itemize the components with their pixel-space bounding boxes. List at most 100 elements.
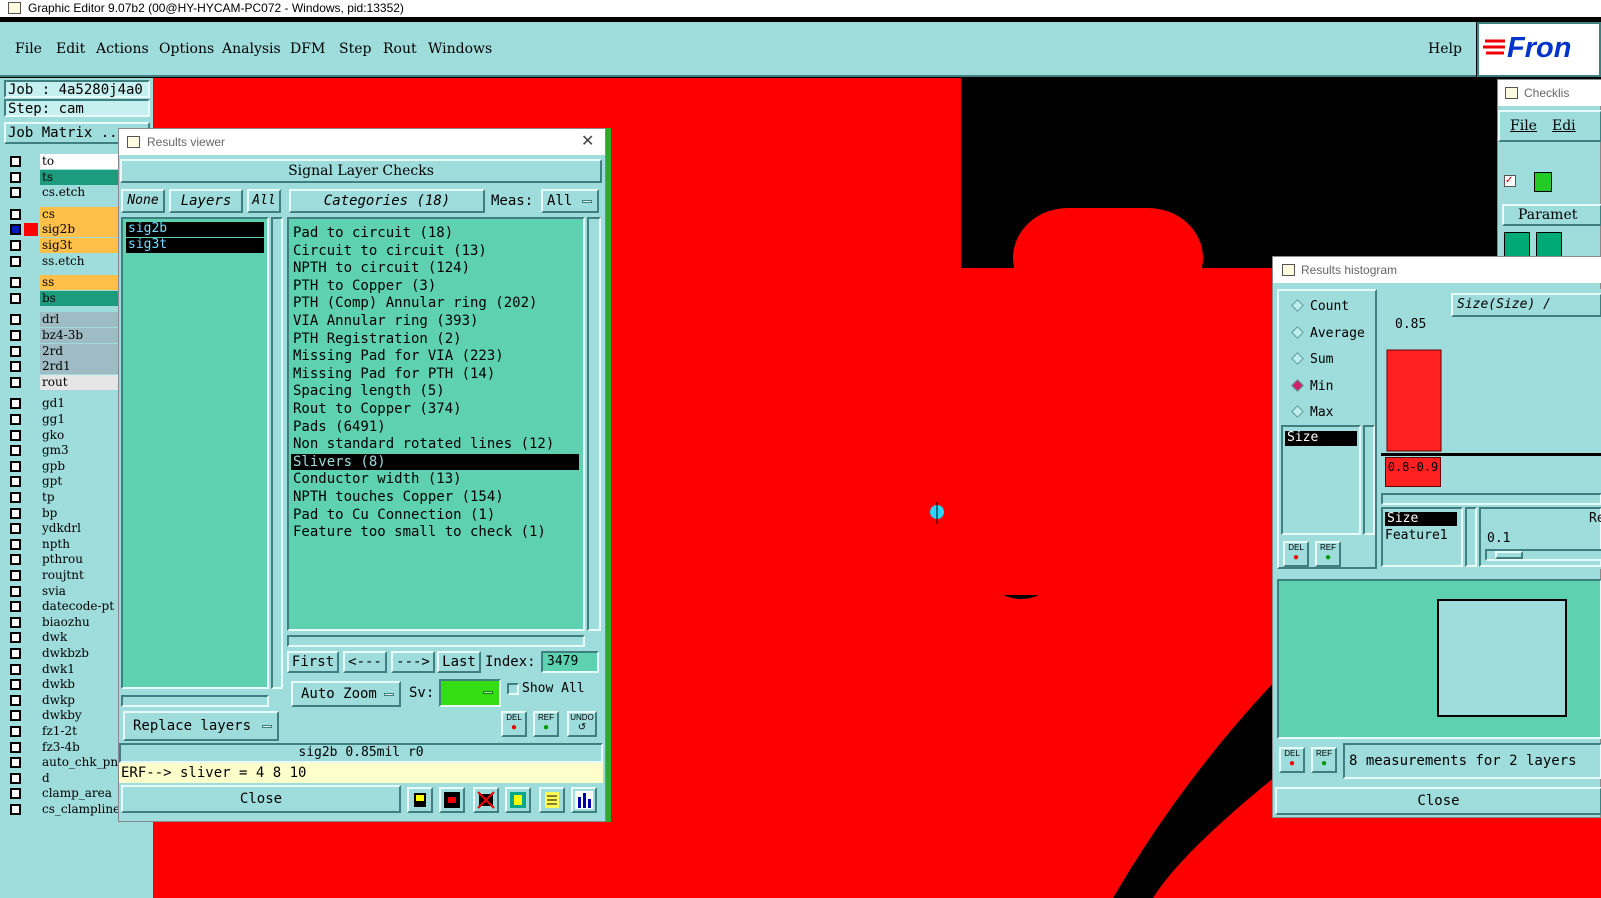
layer-checkbox[interactable] [10, 187, 21, 199]
menu-actions[interactable]: Actions [96, 41, 149, 57]
layer-row-dwkby[interactable]: dwkby [6, 708, 120, 724]
layer-affected-swatch[interactable] [24, 662, 38, 676]
layer-name[interactable]: cs_clampline [40, 802, 120, 817]
layer-row-gg1[interactable]: gg1 [6, 412, 120, 427]
layer-affected-swatch[interactable] [24, 553, 38, 567]
all-button[interactable]: All [247, 189, 281, 213]
layer-name[interactable]: svia [40, 583, 120, 599]
category-item[interactable]: Conductor width (13) [293, 471, 462, 487]
layer-row-2rd[interactable]: 2rd [6, 343, 120, 359]
layer-affected-swatch[interactable] [24, 239, 38, 252]
index-input[interactable]: 3479 [541, 651, 599, 673]
layer-affected-swatch[interactable] [24, 344, 38, 358]
layer-name[interactable]: gpb [40, 458, 120, 474]
layer-checkbox[interactable] [10, 694, 21, 706]
hist-del-button-2[interactable]: DEL ● [1279, 747, 1305, 773]
checklist-checkbox[interactable]: ✓ [1504, 175, 1516, 187]
layer-row-dwkp[interactable]: dwkp [6, 692, 120, 708]
layer-checkbox[interactable] [10, 710, 21, 722]
layer-checkbox[interactable] [10, 429, 21, 441]
undo-button[interactable]: UNDO ↺ [567, 711, 597, 737]
checklist-menu-file[interactable]: File [1510, 118, 1537, 134]
layer-name[interactable]: 2rd [40, 343, 120, 359]
radio-count[interactable]: Count [1291, 299, 1349, 314]
layer-checkbox[interactable] [10, 507, 21, 519]
layer-affected-swatch[interactable] [24, 444, 38, 458]
layer-checkbox[interactable] [10, 523, 21, 535]
next-button[interactable]: ---> [391, 651, 435, 673]
layer-name[interactable]: dwk [40, 630, 120, 646]
layer-name[interactable]: bs [40, 290, 120, 306]
layer-row-cs_clampline[interactable]: cs_clampline [6, 802, 120, 817]
layer-affected-swatch[interactable] [24, 375, 38, 389]
category-item[interactable]: Spacing length (5) [293, 383, 445, 399]
menu-file[interactable]: File [15, 41, 42, 57]
layer-row-sig3t[interactable]: sig3t [6, 238, 120, 253]
layer-name[interactable]: ydkdrl [40, 521, 120, 537]
layer-name[interactable]: pthrou [40, 552, 120, 568]
layer-affected-swatch[interactable] [24, 506, 38, 520]
layer-name[interactable]: dwkbzb [40, 646, 120, 661]
sv-color-select[interactable] [439, 679, 501, 707]
layer-affected-swatch[interactable] [24, 803, 38, 816]
layer-row-d[interactable]: d [6, 770, 120, 786]
axis-title-select[interactable]: Size(Size) / [1451, 293, 1601, 317]
layer-row-dwk1[interactable]: dwk1 [6, 661, 120, 677]
menu-help[interactable]: Help [1428, 41, 1462, 57]
clear-results-icon[interactable] [473, 787, 499, 813]
category-item[interactable]: VIA Annular ring (393) [293, 313, 478, 329]
layer-name[interactable]: sig3t [40, 238, 120, 253]
layer-checkbox[interactable] [10, 277, 21, 289]
layer-row-fz3-4b[interactable]: fz3-4b [6, 739, 120, 755]
layer-checkbox[interactable] [10, 208, 21, 220]
layer-affected-swatch[interactable] [24, 155, 38, 168]
layer-checkbox[interactable] [10, 414, 21, 425]
category-item[interactable]: Rout to Copper (374) [293, 401, 462, 417]
menu-windows[interactable]: Windows [428, 41, 492, 57]
layer-affected-swatch[interactable] [24, 740, 38, 754]
category-item[interactable]: Pads (6491) [293, 419, 386, 435]
layer-checkbox[interactable] [10, 314, 21, 326]
layer-checkbox[interactable] [10, 554, 21, 566]
layer-name[interactable]: dwkp [40, 692, 120, 708]
layer-affected-swatch[interactable] [24, 756, 38, 770]
category-item[interactable]: Pad to Cu Connection (1) [293, 507, 495, 523]
layer-row-bz4-3b[interactable]: bz4-3b [6, 328, 120, 343]
layer-affected-swatch[interactable] [24, 459, 38, 473]
layer-affected-swatch[interactable] [24, 569, 38, 582]
layer-checkbox[interactable] [10, 679, 21, 691]
layer-checkbox[interactable] [10, 632, 21, 644]
ref-button[interactable]: REF ● [533, 711, 559, 737]
layer-checkbox[interactable] [10, 398, 21, 410]
category-hscrollbar[interactable] [287, 635, 585, 647]
layer-row-to[interactable]: to [6, 154, 120, 169]
category-item[interactable]: Feature too small to check (1) [293, 524, 546, 540]
layer-affected-swatch[interactable] [24, 584, 38, 598]
layer-name[interactable]: gm3 [40, 443, 120, 459]
layer-row-tp[interactable]: tp [6, 490, 120, 505]
layer-checkbox[interactable] [10, 255, 21, 267]
layer-checkbox[interactable] [10, 585, 21, 597]
layer-affected-swatch[interactable] [24, 207, 38, 221]
layer-name[interactable]: drl [40, 312, 120, 328]
layer-name[interactable]: sig2b [40, 222, 120, 238]
layer-name[interactable]: auto_chk_pn [40, 755, 120, 771]
layer-name[interactable]: tp [40, 490, 120, 505]
layer-checkbox[interactable] [10, 648, 21, 659]
del-button[interactable]: DEL ● [501, 711, 527, 737]
layer-affected-swatch[interactable] [24, 428, 38, 442]
layer-checkbox[interactable] [10, 570, 21, 581]
layer-checkbox[interactable] [10, 804, 21, 815]
layer-name[interactable]: bz4-3b [40, 328, 120, 343]
radio-sum[interactable]: Sum [1291, 352, 1333, 367]
run-all-icon[interactable] [1536, 232, 1562, 258]
histogram-hscrollbar[interactable] [1381, 493, 1601, 505]
layer-checkbox[interactable] [10, 240, 21, 251]
layer-row-dwk[interactable]: dwk [6, 630, 120, 646]
layer-name[interactable]: to [40, 154, 120, 169]
layer-row-gko[interactable]: gko [6, 427, 120, 443]
layer-checkbox[interactable] [10, 156, 21, 167]
layer-name[interactable]: cs [40, 206, 120, 222]
category-item[interactable]: PTH Registration (2) [293, 331, 462, 347]
histogram-icon[interactable] [571, 787, 597, 813]
